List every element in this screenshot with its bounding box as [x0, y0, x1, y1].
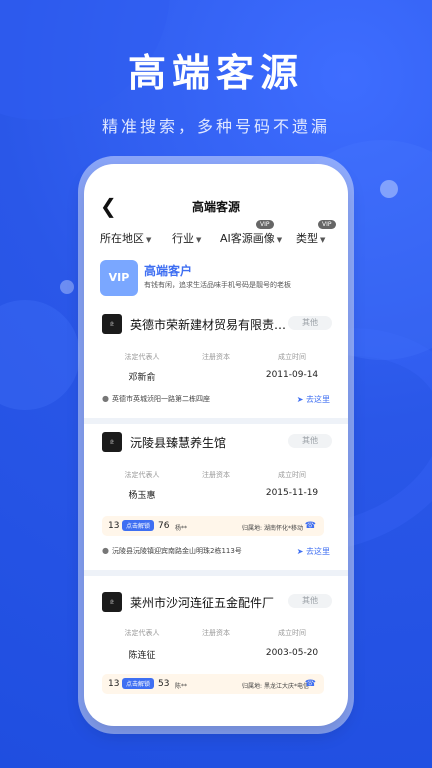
vip-banner: VIP 高端客户 有钱有闲，追求生活品味手机号码是靓号的老板: [100, 260, 332, 302]
vip-logo: VIP: [100, 260, 138, 296]
filter-industry[interactable]: 行业 ▼: [172, 230, 201, 246]
capital-label: 注册资本: [202, 471, 230, 479]
founded-value: 2011-09-14: [265, 370, 319, 380]
vip-badge: VIP: [256, 220, 274, 229]
company-name: 莱州市沙河连征五金配件厂: [130, 596, 275, 610]
background-dot: [60, 280, 74, 294]
founded-value: 2015-11-19: [265, 488, 319, 498]
owner-area-value: 湖南怀化*移动: [263, 525, 303, 532]
legal-rep-value: 邓新俞: [128, 373, 156, 383]
company-address: ● 沅陵县沅陵镇迎宾南路金山明珠2栋113号: [102, 546, 242, 556]
background-dot: [380, 180, 398, 198]
address-text: 英德市英城浈阳一路第二栋四座: [111, 395, 210, 403]
phone-screen: ❮ 高端客源 所在地区 ▼ 行业 ▼ AI客源画像 ▼ VIP 类型 ▼ VIP VIP…: [84, 164, 348, 726]
legal-rep-label: 法定代表人: [124, 471, 160, 479]
capital-label: 注册资本: [202, 353, 230, 361]
company-tag: 其他: [288, 434, 332, 448]
filter-type[interactable]: 类型 ▼ VIP: [296, 220, 336, 246]
address-text: 沅陵县沅陵镇迎宾南路金山明珠2栋113号: [111, 547, 242, 555]
unlock-button[interactable]: 点击解锁: [122, 520, 155, 531]
company-name: 沅陵县臻慧养生馆: [130, 436, 227, 450]
phone-owner: 杨**: [175, 525, 188, 532]
location-pin-icon: ●: [102, 546, 109, 555]
nav-bar: ❮ 高端客源: [84, 192, 348, 220]
goto-label: 去这里: [306, 547, 330, 556]
filter-label: 所在地区: [100, 232, 144, 245]
caret-down-icon: ▼: [196, 236, 202, 244]
legal-rep-value: 杨玉惠: [128, 491, 156, 501]
company-card[interactable]: 企 英德市荣新建材贸易有限责任... 其他 法定代表人 注册资本 成立时间 邓新…: [92, 308, 340, 416]
phone-prefix: 13: [108, 521, 120, 531]
card-divider: [84, 570, 348, 576]
caret-down-icon: ▼: [276, 236, 283, 244]
legal-rep-label: 法定代表人: [124, 629, 160, 637]
caret-down-icon: ▼: [146, 236, 152, 244]
location-pin-icon: ●: [102, 394, 109, 403]
founded-label: 成立时间: [278, 353, 306, 361]
vip-banner-title: 高端客户: [144, 264, 193, 278]
company-logo: 企: [102, 592, 122, 612]
goto-link[interactable]: ➤ 去这里: [297, 394, 330, 405]
vip-badge: VIP: [318, 220, 336, 229]
company-tag: 其他: [288, 316, 332, 330]
company-name: 英德市荣新建材贸易有限责任...: [130, 318, 292, 332]
founded-label: 成立时间: [278, 629, 306, 637]
phone-owner: 陈**: [175, 683, 188, 690]
filter-ai-profile[interactable]: AI客源画像 ▼ VIP: [220, 220, 283, 246]
founded-value: 2003-05-20: [265, 648, 319, 658]
owner-area-value: 黑龙江大庆*电信: [263, 683, 309, 690]
hero-title: 高端客源: [127, 51, 304, 95]
owner-area-label: 归属地:: [242, 683, 263, 690]
phone-icon[interactable]: ☎: [305, 521, 316, 531]
phone-suffix: 76: [158, 521, 170, 531]
phone-icon[interactable]: ☎: [305, 679, 316, 689]
caret-down-icon: ▼: [320, 236, 326, 244]
background-circle: [0, 300, 80, 410]
phone-area: 归属地: 湖南怀化*移动: [242, 523, 303, 532]
filter-bar: 所在地区 ▼ 行业 ▼ AI客源画像 ▼ VIP 类型 ▼ VIP: [84, 220, 348, 252]
navigation-icon: ➤: [296, 395, 304, 404]
card-divider: [84, 418, 348, 424]
goto-link[interactable]: ➤ 去这里: [297, 546, 330, 557]
capital-label: 注册资本: [202, 629, 230, 637]
company-logo: 企: [102, 432, 122, 452]
filter-label: AI客源画像: [220, 232, 275, 245]
navigation-icon: ➤: [296, 547, 304, 556]
goto-label: 去这里: [306, 395, 330, 404]
owner-area-label: 归属地:: [242, 525, 263, 532]
filter-label: 类型: [296, 232, 318, 245]
unlock-button[interactable]: 点击解锁: [122, 678, 155, 689]
filter-region[interactable]: 所在地区 ▼: [100, 230, 151, 246]
phone-strip: 13 点击解锁 53 陈** 归属地: 黑龙江大庆*电信 ☎: [102, 674, 324, 694]
phone-suffix: 53: [158, 679, 170, 689]
legal-rep-label: 法定代表人: [124, 353, 160, 361]
phone-strip: 13 点击解锁 76 杨** 归属地: 湖南怀化*移动 ☎: [102, 516, 324, 536]
company-tag: 其他: [288, 594, 332, 608]
filter-label: 行业: [172, 232, 194, 245]
founded-label: 成立时间: [278, 471, 306, 479]
phone-area: 归属地: 黑龙江大庆*电信: [242, 681, 309, 690]
page-title: 高端客源: [191, 200, 240, 214]
vip-banner-description: 有钱有闲，追求生活品味手机号码是靓号的老板: [144, 281, 291, 289]
company-card[interactable]: 企 沅陵县臻慧养生馆 其他 法定代表人 注册资本 成立时间 杨玉惠 2015-1…: [92, 426, 340, 566]
company-card[interactable]: 企 莱州市沙河连征五金配件厂 其他 法定代表人 注册资本 成立时间 陈连征 20…: [92, 578, 340, 718]
phone-prefix: 13: [108, 679, 120, 689]
company-address: ● 英德市英城浈阳一路第二栋四座: [102, 394, 210, 404]
hero-subtitle: 精准搜索，多种号码不遗漏: [101, 117, 330, 136]
legal-rep-value: 陈连征: [128, 651, 156, 661]
company-logo: 企: [102, 314, 122, 334]
